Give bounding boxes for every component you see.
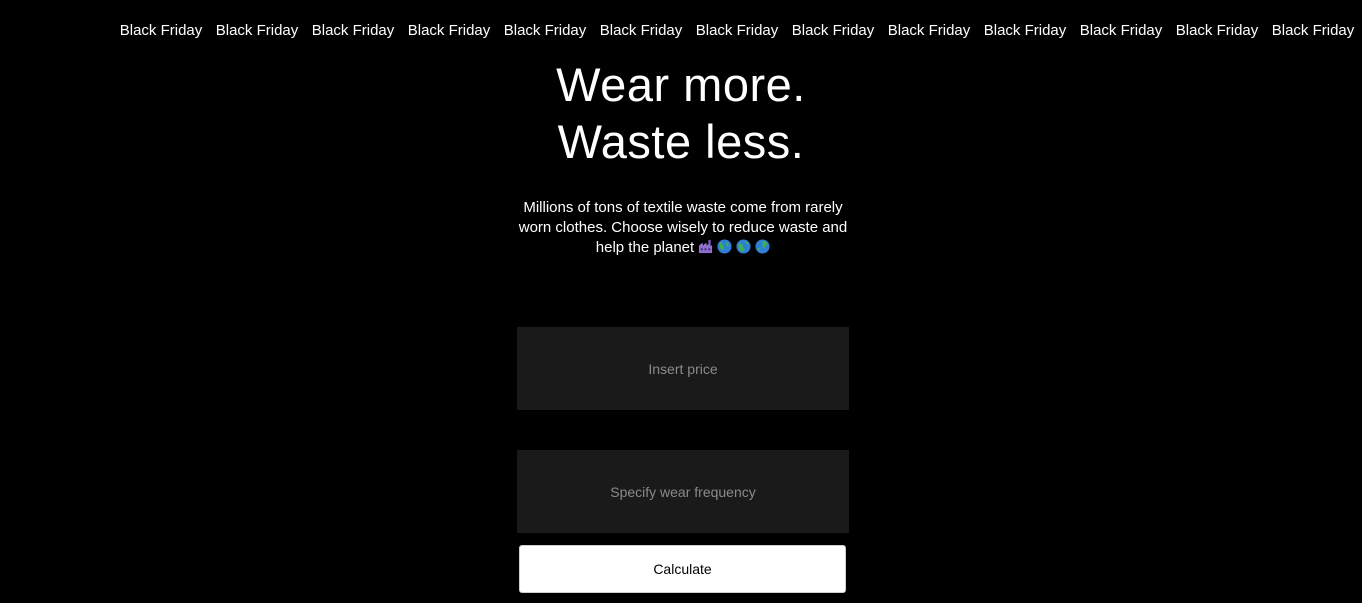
ticker-item: Black Friday [503, 22, 587, 39]
ticker-item: Black Friday [1175, 22, 1259, 39]
wear-frequency-input[interactable] [517, 450, 849, 533]
hero-headline: Wear more. Waste less. [0, 56, 1362, 170]
ticker-item: Black Friday [887, 22, 971, 39]
page: Black Friday Black Friday Black Friday B… [0, 0, 1362, 603]
ticker-item: Black Friday [407, 22, 491, 39]
headline-line-1: Wear more. [556, 58, 806, 111]
globe-icon [755, 239, 770, 254]
calculate-button[interactable]: Calculate [519, 545, 846, 593]
globe-icon [736, 239, 751, 254]
ticker-item: Black Friday [983, 22, 1067, 39]
hero-subtitle: Millions of tons of textile waste come f… [517, 198, 849, 258]
factory-icon [698, 239, 713, 254]
globe-icon [717, 239, 732, 254]
ticker-item: Black Friday [599, 22, 683, 39]
ticker-item: Black Friday [119, 22, 203, 39]
black-friday-ticker: Black Friday Black Friday Black Friday B… [113, 20, 1362, 42]
ticker-item: Black Friday [311, 22, 395, 39]
ticker-item: Black Friday [1271, 22, 1355, 39]
price-input[interactable] [517, 327, 849, 410]
ticker-item: Black Friday [791, 22, 875, 39]
headline-line-2: Waste less. [557, 115, 805, 168]
ticker-item: Black Friday [1079, 22, 1163, 39]
ticker-item: Black Friday [695, 22, 779, 39]
ticker-item: Black Friday [215, 22, 299, 39]
emoji-row [694, 239, 770, 256]
subtitle-text: Millions of tons of textile waste come f… [518, 199, 848, 256]
